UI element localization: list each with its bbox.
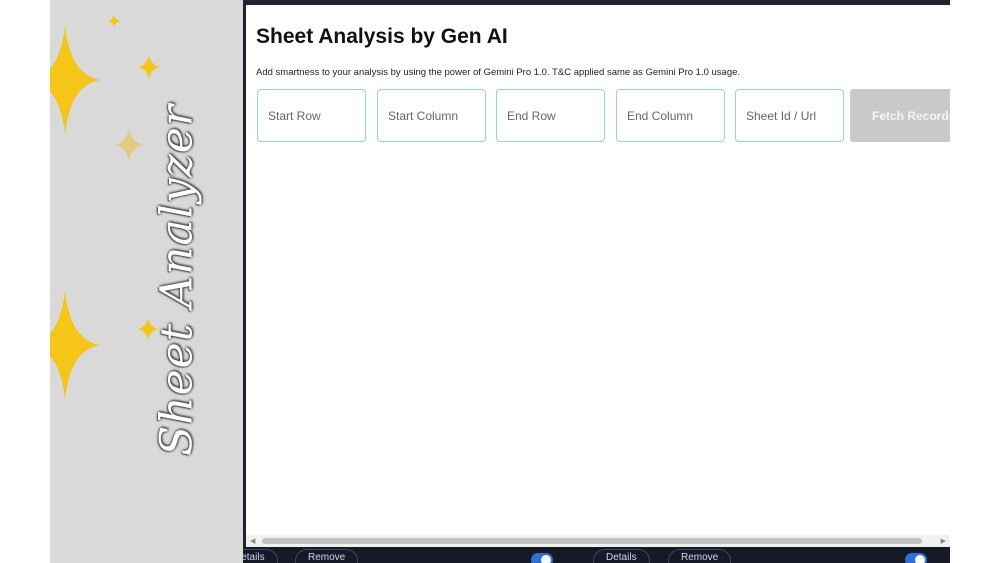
end-column-input[interactable] <box>616 89 725 142</box>
background-app-strip: Details Remove Details Remove <box>243 547 950 563</box>
details-button[interactable]: Details <box>243 549 278 563</box>
start-column-input[interactable] <box>377 89 486 142</box>
sheet-id-input[interactable] <box>735 89 844 142</box>
scroll-right-icon[interactable]: ▶ <box>941 537 946 545</box>
sparkle-star-icon <box>108 14 120 28</box>
sparkle-star-icon <box>50 290 100 400</box>
fetch-records-button[interactable]: Fetch Records <box>850 89 950 142</box>
remove-button[interactable]: Remove <box>668 549 732 563</box>
page-subtitle: Add smartness to your analysis by using … <box>256 67 741 78</box>
toggle-switch[interactable] <box>531 553 553 563</box>
end-row-input[interactable] <box>496 89 605 142</box>
scrollbar-thumb[interactable] <box>262 538 922 544</box>
promo-banner: Sheet Analyzer <box>50 0 243 563</box>
sparkle-star-icon <box>138 55 160 79</box>
details-button[interactable]: Details <box>593 549 650 563</box>
banner-title: Sheet Analyzer <box>151 104 203 456</box>
remove-button[interactable]: Remove <box>295 549 359 563</box>
sparkle-star-icon <box>50 25 100 135</box>
scroll-left-icon[interactable]: ◀ <box>250 537 255 545</box>
horizontal-scrollbar[interactable]: ◀ ▶ <box>246 535 950 547</box>
page-title: Sheet Analysis by Gen AI <box>256 25 508 48</box>
start-row-input[interactable] <box>257 89 366 142</box>
app-window: Sheet Analysis by Gen AI Add smartness t… <box>243 0 950 563</box>
sparkle-star-icon <box>114 128 144 162</box>
sheet-analysis-dialog: Sheet Analysis by Gen AI Add smartness t… <box>246 5 950 535</box>
toggle-switch[interactable] <box>905 553 927 563</box>
